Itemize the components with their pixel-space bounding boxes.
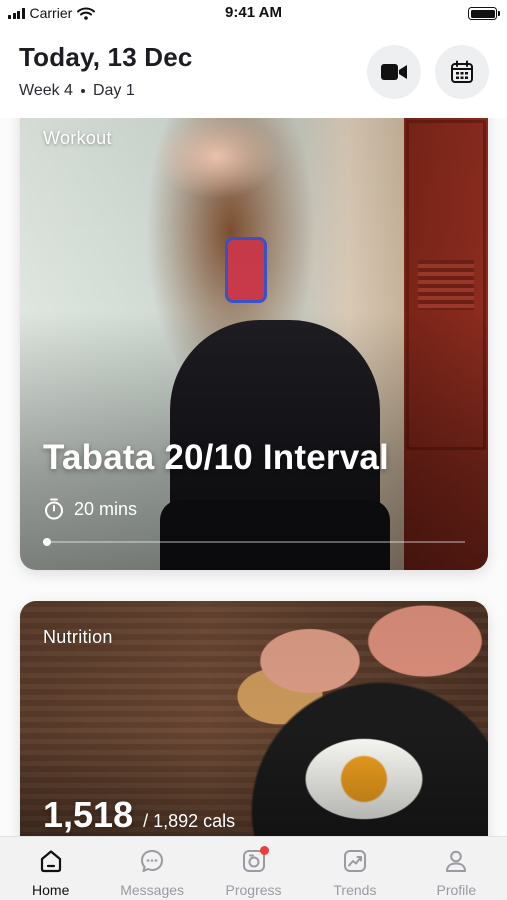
stopwatch-icon xyxy=(45,498,63,520)
workout-title: Tabata 20/10 Interval xyxy=(43,438,389,477)
tab-progress[interactable]: Progress xyxy=(203,837,304,900)
tab-home[interactable]: Home xyxy=(0,837,101,900)
tab-label: Messages xyxy=(120,882,185,898)
video-call-button[interactable] xyxy=(367,45,421,99)
calorie-summary: 1,518 / 1,892 cals xyxy=(43,794,235,836)
separator-dot xyxy=(80,89,85,93)
week-day-indicator: Week 4 Day 1 xyxy=(19,82,135,100)
status-bar: Carrier 9:41 AM xyxy=(0,0,507,28)
header: Today, 13 Dec Week 4 Day 1 xyxy=(0,28,507,118)
calories-target: / 1,892 cals xyxy=(143,811,236,831)
workout-duration: 20 mins xyxy=(44,498,137,520)
battery-icon xyxy=(468,7,500,20)
page-title: Today, 13 Dec xyxy=(19,42,193,72)
week-label: Week 4 xyxy=(19,82,73,99)
status-time: 9:41 AM xyxy=(225,4,282,21)
tab-trends[interactable]: Trends xyxy=(304,837,405,900)
notification-badge xyxy=(259,846,269,855)
video-camera-icon xyxy=(381,64,407,80)
home-screen: Carrier 9:41 AM Today, 13 Dec Week 4 Day… xyxy=(0,0,507,900)
nutrition-label: Nutrition xyxy=(43,627,113,647)
day-label: Day 1 xyxy=(92,82,135,99)
messages-icon xyxy=(138,847,166,875)
home-icon xyxy=(37,847,65,875)
tab-label: Home xyxy=(32,882,70,898)
duration-text: 20 mins xyxy=(74,498,138,519)
workout-card[interactable]: Workout Tabata 20/10 Interval 20 mins xyxy=(20,100,488,570)
profile-icon xyxy=(442,847,470,875)
tab-label: Progress xyxy=(225,882,282,898)
progress-camera-icon xyxy=(240,846,269,875)
calendar-button[interactable] xyxy=(435,45,489,99)
tab-profile[interactable]: Profile xyxy=(406,837,507,900)
calendar-icon xyxy=(451,60,473,83)
tab-label: Trends xyxy=(333,882,377,898)
tab-messages[interactable]: Messages xyxy=(101,837,202,900)
calories-consumed: 1,518 xyxy=(43,794,134,835)
workout-label: Workout xyxy=(43,128,112,148)
trends-icon xyxy=(341,847,369,875)
workout-progress-bar xyxy=(43,538,465,546)
tab-bar: Home Messages Progress Trends Profile xyxy=(0,836,507,900)
tab-label: Profile xyxy=(436,882,477,898)
